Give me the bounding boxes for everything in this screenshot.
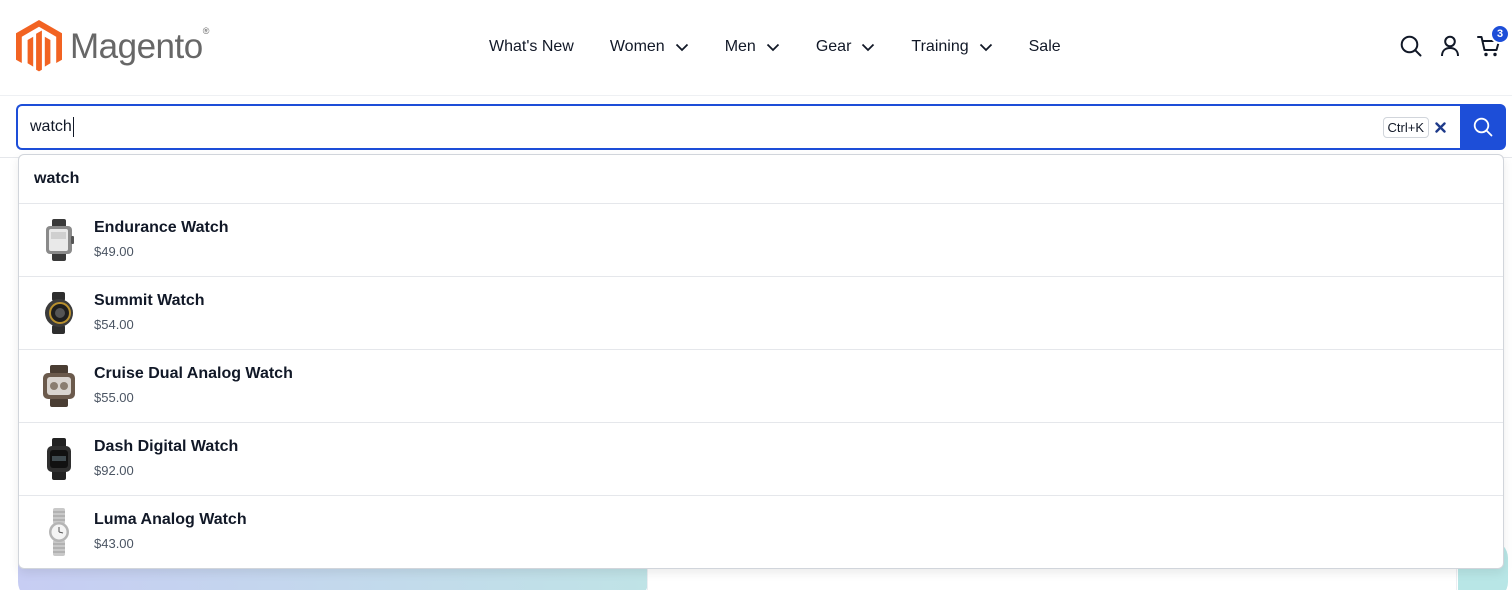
- site-header: Magento® What's New Women Men Gear Train…: [0, 0, 1512, 96]
- product-price: $92.00: [94, 463, 134, 478]
- header-search-button[interactable]: [1398, 33, 1424, 59]
- search-field[interactable]: watch Ctrl+K: [16, 104, 1461, 150]
- user-icon: [1441, 35, 1459, 57]
- account-button[interactable]: [1437, 33, 1463, 59]
- cart-count-badge: 3: [1490, 24, 1510, 44]
- product-thumbnail: [39, 216, 79, 264]
- chevron-down-icon: [766, 43, 780, 52]
- search-icon: [1473, 117, 1493, 137]
- logo-link[interactable]: Magento®: [16, 20, 209, 73]
- nav-item-label: Women: [609, 38, 665, 55]
- product-thumbnail: [39, 362, 79, 410]
- product-suggestion-endurance[interactable]: Endurance Watch $49.00: [19, 204, 1503, 277]
- search-bar: watch Ctrl+K: [0, 96, 1512, 158]
- nav-item-women[interactable]: Women: [592, 30, 707, 64]
- nav-item-label: Men: [724, 38, 756, 55]
- product-price: $55.00: [94, 390, 134, 405]
- product-price: $49.00: [94, 244, 134, 259]
- keyboard-shortcut-hint: Ctrl+K: [1382, 117, 1429, 138]
- product-name: Luma Analog Watch: [94, 511, 247, 528]
- product-price: $54.00: [94, 317, 134, 332]
- text-caret: [72, 117, 74, 137]
- nav-item-gear[interactable]: Gear: [798, 30, 894, 64]
- magento-logo-icon: [16, 20, 62, 72]
- product-name: Dash Digital Watch: [94, 438, 239, 455]
- registered-mark: ®: [202, 26, 210, 36]
- clear-search-button[interactable]: [1433, 119, 1447, 135]
- nav-item-label: Sale: [1028, 38, 1061, 55]
- search-icon: [1400, 35, 1422, 57]
- product-thumbnail: [39, 435, 79, 483]
- nav-item-label: Training: [911, 38, 969, 55]
- suggested-search-term[interactable]: watch: [19, 155, 1503, 204]
- cart-button[interactable]: 3: [1476, 24, 1510, 59]
- brand-name: Magento®: [70, 26, 210, 66]
- product-price: $43.00: [94, 536, 134, 551]
- header-actions: 3: [1385, 24, 1510, 59]
- product-name: Endurance Watch: [94, 219, 229, 236]
- product-suggestion-dash[interactable]: Dash Digital Watch $92.00: [19, 423, 1503, 496]
- product-name: Cruise Dual Analog Watch: [94, 365, 293, 382]
- nav-item-sale[interactable]: Sale: [1011, 30, 1079, 64]
- main-nav: What's New Women Men Gear Training Sale: [471, 30, 1079, 64]
- search-suggestions-dropdown: watch Endurance Watch $49.00 Summit Watc…: [18, 154, 1504, 569]
- search-input[interactable]: watch: [18, 117, 74, 137]
- product-thumbnail: [39, 289, 79, 337]
- product-suggestion-cruise[interactable]: Cruise Dual Analog Watch $55.00: [19, 350, 1503, 423]
- nav-item-training[interactable]: Training: [893, 30, 1010, 64]
- nav-item-label: What's New: [489, 38, 574, 55]
- product-thumbnail: [39, 508, 79, 556]
- nav-item-label: Gear: [815, 38, 852, 55]
- chevron-down-icon: [675, 43, 689, 52]
- search-submit-button[interactable]: [1460, 104, 1506, 150]
- product-suggestion-summit[interactable]: Summit Watch $54.00: [19, 277, 1503, 350]
- nav-item-whats-new[interactable]: What's New: [471, 30, 592, 64]
- product-suggestion-luma[interactable]: Luma Analog Watch $43.00: [19, 496, 1503, 568]
- close-icon: [1434, 121, 1446, 133]
- chevron-down-icon: [979, 43, 993, 52]
- chevron-down-icon: [861, 43, 875, 52]
- product-name: Summit Watch: [94, 292, 205, 309]
- nav-item-men[interactable]: Men: [707, 30, 798, 64]
